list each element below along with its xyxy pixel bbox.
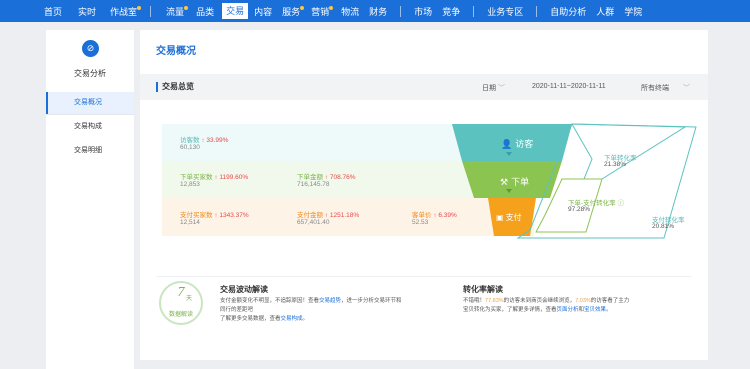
days-unit: 天 <box>186 296 193 302</box>
fluct-line1-post: ，进一步分析交易环节和 <box>341 298 402 304</box>
conv-line2-pre: 宝贝转化为买家，了解更多详情，查看 <box>463 307 557 313</box>
nav-marketing-label: 营销 <box>311 6 330 17</box>
days-number: 7 <box>177 285 185 300</box>
sidebar: ⊘ 交易分析 交易概况 交易构成 交易明细 <box>46 30 134 369</box>
conversion-title: 转化率解读 <box>463 285 503 294</box>
trade-composition-link[interactable]: 交易构成 <box>281 316 303 322</box>
nav-market[interactable]: 市场 <box>414 5 432 18</box>
conversion-funnel <box>452 123 697 239</box>
conv-line1-post: 的访客看了主力 <box>590 298 630 304</box>
nav-self-analysis[interactable]: 自助分析 <box>550 5 586 18</box>
new-dot-icon <box>300 5 305 10</box>
nav-marketing[interactable]: 营销 <box>311 5 334 18</box>
item-effect-link[interactable]: 宝贝效果 <box>584 307 606 313</box>
new-dot-icon <box>329 5 334 10</box>
conv-line1-mid: 的访客未到商页会继续浏览， <box>503 298 576 304</box>
funnel-order-label: ⚒ 下单 <box>500 175 529 188</box>
conv-percent-1: 77.83% <box>485 298 504 304</box>
sidebar-title: 交易分析 <box>74 69 106 78</box>
nav-divider <box>536 5 538 17</box>
nav-business-zone[interactable]: 业务专区 <box>487 5 523 18</box>
funnel-visit-text: 访客 <box>515 139 534 149</box>
funnel-pay-text: 支付 <box>505 213 522 222</box>
fluctuation-text: 支付金额变化不明显，不追踪原因！查看交易趋势，进一步分析交易环节和 同行的差距吧… <box>220 297 452 324</box>
nav-home[interactable]: 首页 <box>44 5 62 18</box>
nav-academy[interactable]: 学院 <box>624 5 642 18</box>
order-rate-value: 21.38% <box>604 161 627 168</box>
nav-realtime[interactable]: 实时 <box>78 5 96 18</box>
sidebar-item-composition[interactable]: 交易构成 <box>46 116 134 138</box>
trade-trend-link[interactable]: 交易趋势 <box>319 298 341 304</box>
days-caption: 数据解读 <box>168 312 193 318</box>
nav-divider <box>400 5 402 17</box>
sidebar-item-overview[interactable]: 交易概况 <box>46 92 134 114</box>
nav-service-label: 服务 <box>282 6 301 17</box>
nav-traffic[interactable]: 流量 <box>166 5 189 18</box>
nav-logistics[interactable]: 物流 <box>341 5 359 18</box>
user-icon: 👤 <box>501 139 513 149</box>
nav-crowd[interactable]: 人群 <box>596 5 614 18</box>
nav-category[interactable]: 品类 <box>196 5 214 18</box>
fluct-line3-pre: 了解更多交易数据，查看 <box>220 316 281 322</box>
sidebar-item-detail[interactable]: 交易明细 <box>46 140 134 162</box>
wallet-icon: ▣ <box>496 213 504 222</box>
section-divider <box>156 276 692 277</box>
sidebar-divider <box>46 114 134 115</box>
hammer-icon: ⚒ <box>500 177 509 187</box>
conv-line1-pre: 不错哦！ <box>463 298 486 304</box>
order-pay-rate-value: 97.28% <box>568 206 591 213</box>
trade-icon: ⊘ <box>82 40 99 57</box>
sidebar-header: ⊘ 交易分析 <box>46 30 134 90</box>
new-dot-icon <box>137 5 142 10</box>
nav-finance[interactable]: 财务 <box>369 5 387 18</box>
nav-trade[interactable]: 交易 <box>222 3 249 19</box>
main-panel: 交易概况 交易总览 日期 ﹀ 2020-11-11~2020-11-11 所有终… <box>140 30 708 360</box>
fluct-line2: 同行的差距吧 <box>220 307 254 313</box>
new-dot-icon <box>184 5 189 10</box>
page-analysis-link[interactable]: 页面分析 <box>557 307 579 313</box>
conv-line2-post: 。 <box>606 307 612 313</box>
funnel-pay-label: ▣ 支付 <box>496 212 522 223</box>
funnel-order-text: 下单 <box>511 177 530 187</box>
data-interpretation-badge: 7 天 数据解读 <box>159 281 203 325</box>
nav-service[interactable]: 服务 <box>282 5 305 18</box>
nav-war-room[interactable]: 作战室 <box>110 5 142 18</box>
nav-war-room-label: 作战室 <box>110 6 138 17</box>
conversion-text: 不错哦！77.83%的访客未到商页会继续浏览，7.03%的访客看了主力 宝贝转化… <box>463 297 699 315</box>
funnel-visit-label: 👤 访客 <box>501 137 533 150</box>
pay-rate-value: 20.81% <box>652 223 675 230</box>
fluctuation-title: 交易波动解读 <box>220 285 268 294</box>
nav-divider <box>473 5 475 17</box>
nav-content[interactable]: 内容 <box>254 5 272 18</box>
fluct-line1-pre: 支付金额变化不明显，不追踪原因！查看 <box>220 298 320 304</box>
nav-traffic-label: 流量 <box>166 6 185 17</box>
nav-divider <box>150 5 152 17</box>
nav-competition[interactable]: 竞争 <box>442 5 460 18</box>
fluct-line3-post: 。 <box>302 316 309 322</box>
conv-percent-2: 7.03% <box>575 298 591 304</box>
top-nav: 首页 实时 作战室 流量 品类 交易 内容 服务 营销 物流 财务 市场 竞争 … <box>0 0 750 22</box>
info-icon[interactable]: ⓘ <box>618 200 625 207</box>
